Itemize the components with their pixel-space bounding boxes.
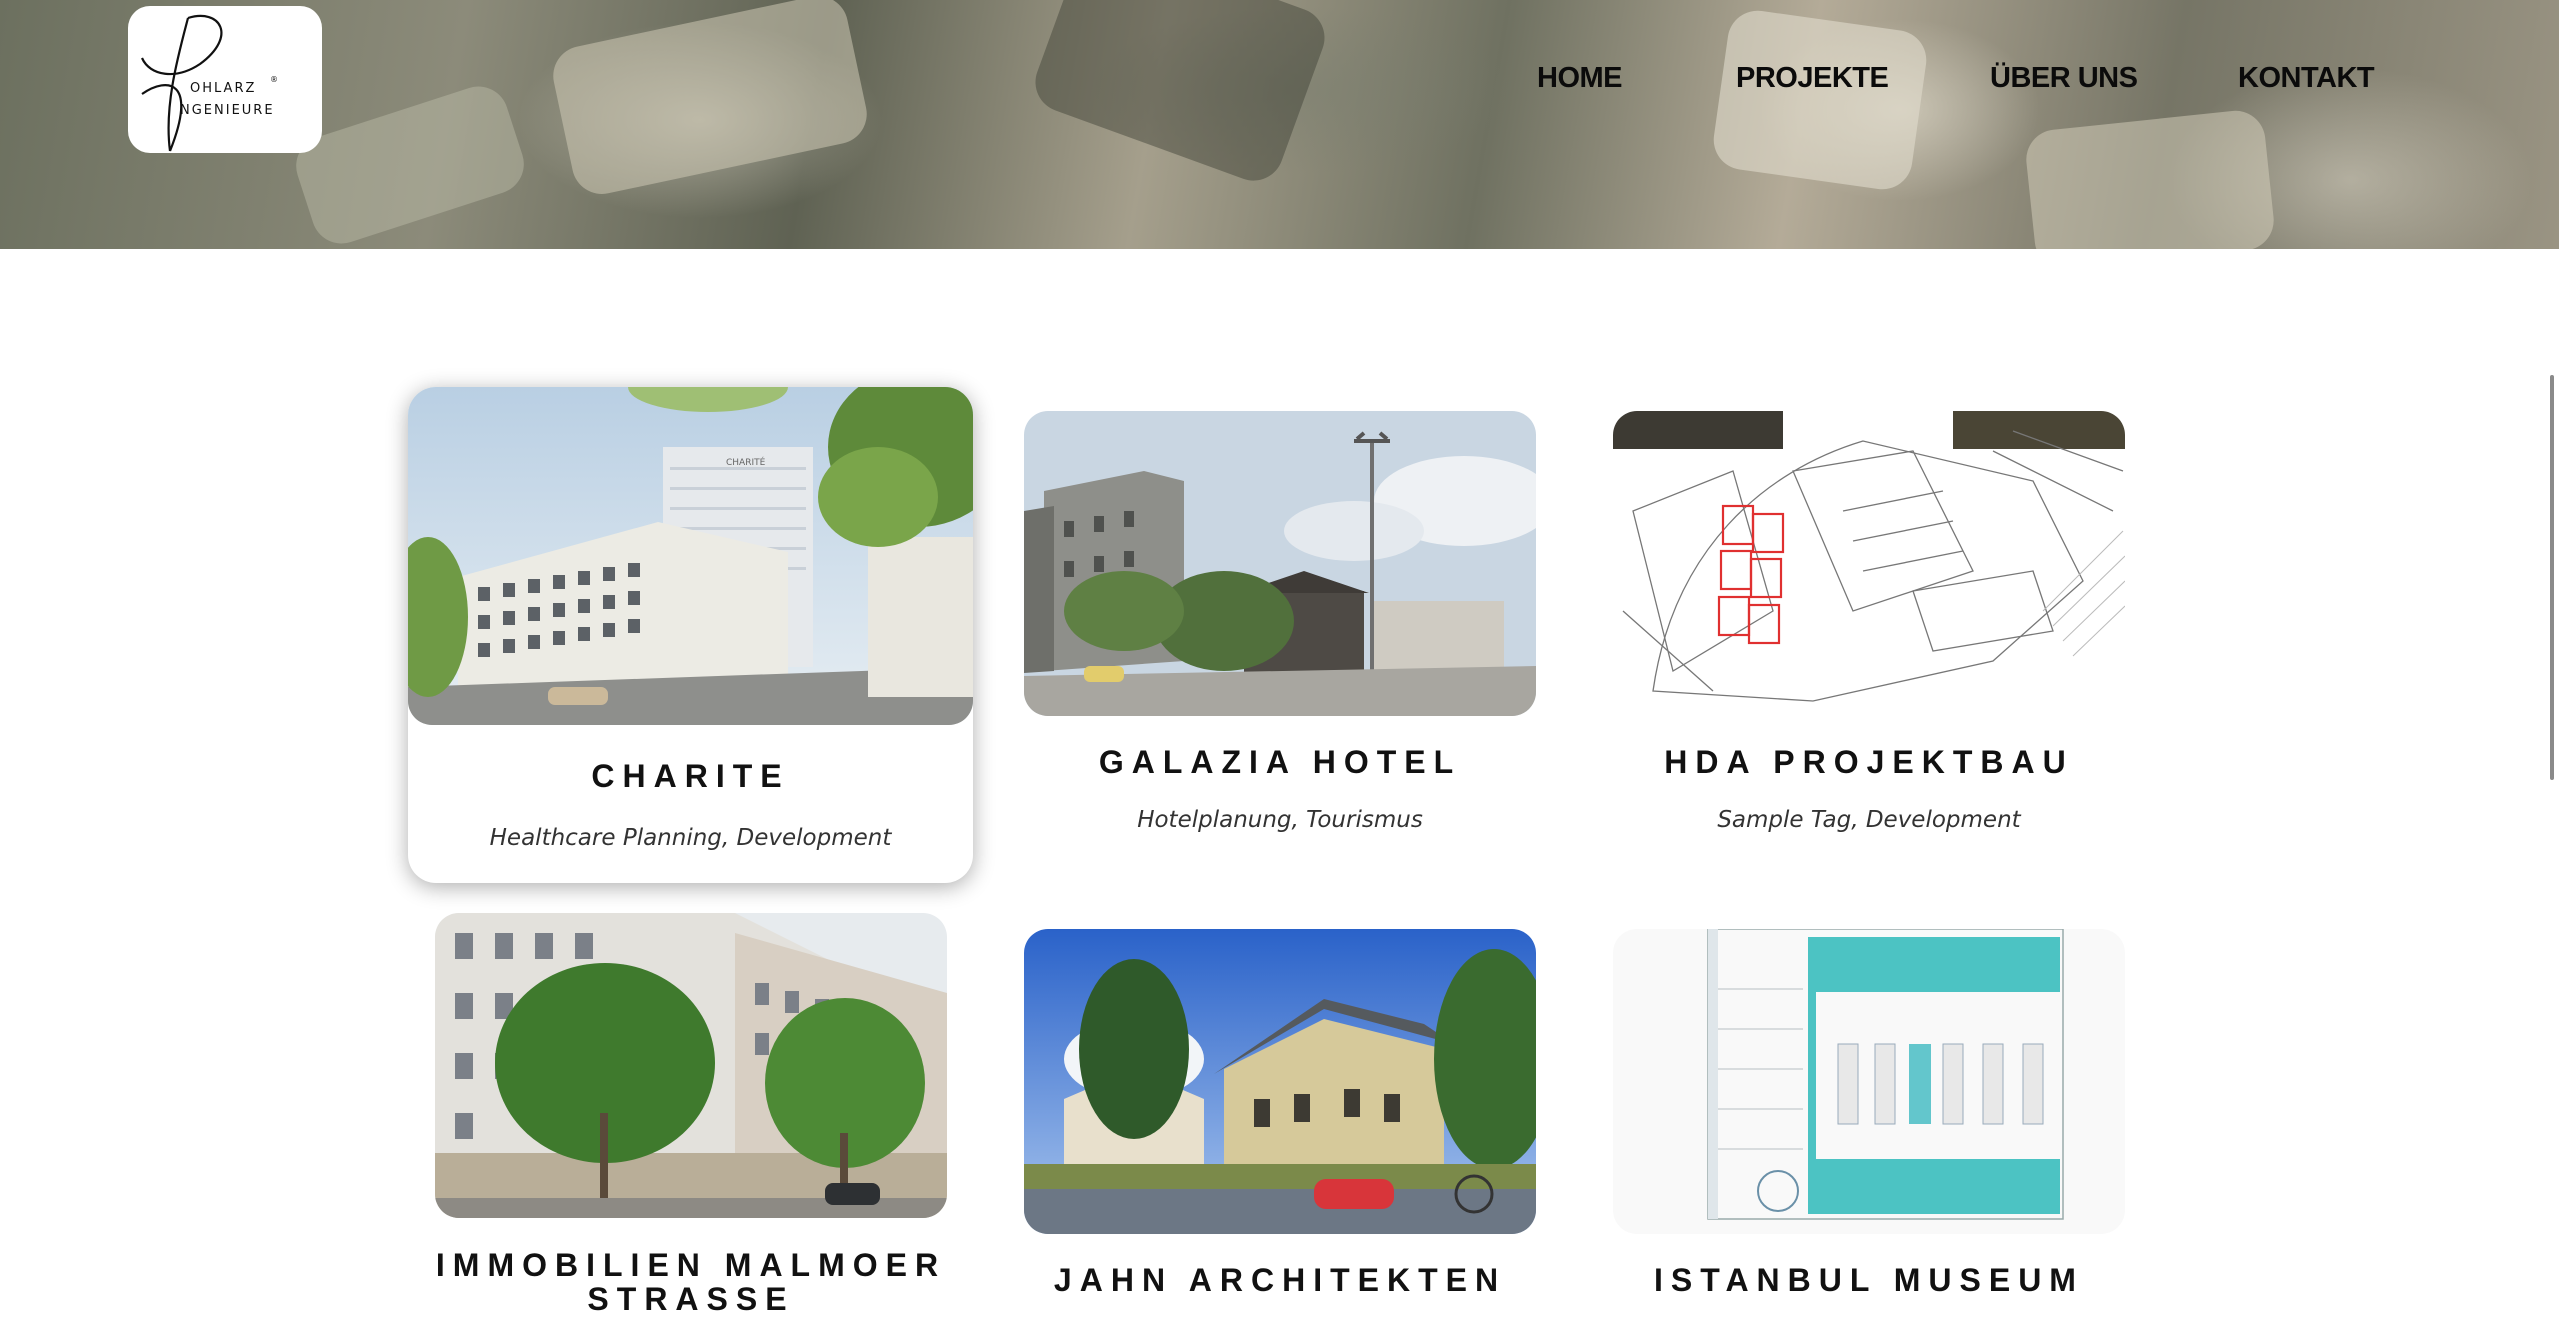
svg-text:NGENIEURE: NGENIEURE	[180, 103, 275, 118]
parking-floor-plan-icon	[1613, 929, 2125, 1234]
project-image-hda-projektbau[interactable]	[1613, 411, 2125, 716]
project-card-galazia-hotel[interactable]: GALAZIA HOTEL Hotelplanung, Tourismus	[1024, 411, 1536, 841]
project-tags: Sample Tag, Development	[1717, 807, 2021, 833]
project-title[interactable]: JAHN ARCHITEKTEN	[1024, 1263, 1536, 1297]
project-title[interactable]: HDA PROJEKTBAU	[1613, 745, 2125, 779]
project-image-jahn-architekten[interactable]	[1024, 929, 1536, 1234]
page-scrollbar[interactable]	[2550, 375, 2554, 780]
background-blur-shape	[1027, 0, 1333, 190]
svg-text:OHLARZ: OHLARZ	[190, 81, 256, 96]
project-image-charite[interactable]: CHARITÉ	[408, 387, 973, 725]
project-title[interactable]: GALAZIA HOTEL	[1024, 745, 1536, 779]
svg-text:®: ®	[270, 75, 278, 84]
logo-mark-icon: OHLARZ ® NGENIEURE	[140, 14, 278, 152]
background-blur-shape	[2023, 107, 2277, 249]
project-tags: Hotelplanung, Tourismus	[1137, 807, 1423, 833]
project-card-jahn-architekten[interactable]: JAHN ARCHITEKTEN	[1024, 929, 1536, 1326]
project-card-hda-projektbau[interactable]: HDA PROJEKTBAU Sample Tag, Development	[1613, 411, 2125, 841]
project-image-galazia-hotel[interactable]	[1024, 411, 1536, 716]
project-card-charite[interactable]: CHARITÉ CHARITE Healthcare Planning, Dev…	[408, 387, 973, 883]
project-image-immobilien-malmoer-strasse[interactable]	[435, 913, 947, 1218]
project-title[interactable]: ISTANBUL MUSEUM	[1613, 1263, 2125, 1297]
background-blur-shape	[547, 0, 873, 200]
project-title[interactable]: IMMOBILIEN MALMOER STRASSE	[435, 1248, 947, 1316]
hero-header: OHLARZ ® NGENIEURE HOME PROJEKTE ÜBER UN…	[0, 0, 2559, 249]
project-title[interactable]: CHARITE	[408, 759, 973, 793]
background-blur-shape	[288, 78, 532, 249]
nav-projekte[interactable]: PROJEKTE	[1736, 62, 1889, 95]
nav-home[interactable]: HOME	[1537, 62, 1623, 95]
charite-building-photo-icon: CHARITÉ	[408, 387, 973, 725]
project-image-istanbul-museum[interactable]	[1613, 929, 2125, 1234]
nav-kontakt[interactable]: KONTAKT	[2238, 62, 2375, 95]
project-card-istanbul-museum[interactable]: ISTANBUL MUSEUM	[1613, 929, 2125, 1326]
project-card-immobilien-malmoer-strasse[interactable]: IMMOBILIEN MALMOER STRASSE	[435, 913, 947, 1326]
apartment-building-render-icon	[435, 913, 947, 1218]
site-logo[interactable]: OHLARZ ® NGENIEURE	[128, 6, 322, 153]
street-panorama-photo-icon	[1024, 411, 1536, 716]
villa-render-icon	[1024, 929, 1536, 1234]
background-blur-shape	[1709, 6, 1931, 194]
svg-text:CHARITÉ: CHARITÉ	[726, 456, 766, 468]
floor-plan-drawing-icon	[1613, 411, 2125, 716]
nav-ueber-uns[interactable]: ÜBER UNS	[1990, 62, 2138, 95]
project-tags: Healthcare Planning, Development	[489, 825, 892, 851]
